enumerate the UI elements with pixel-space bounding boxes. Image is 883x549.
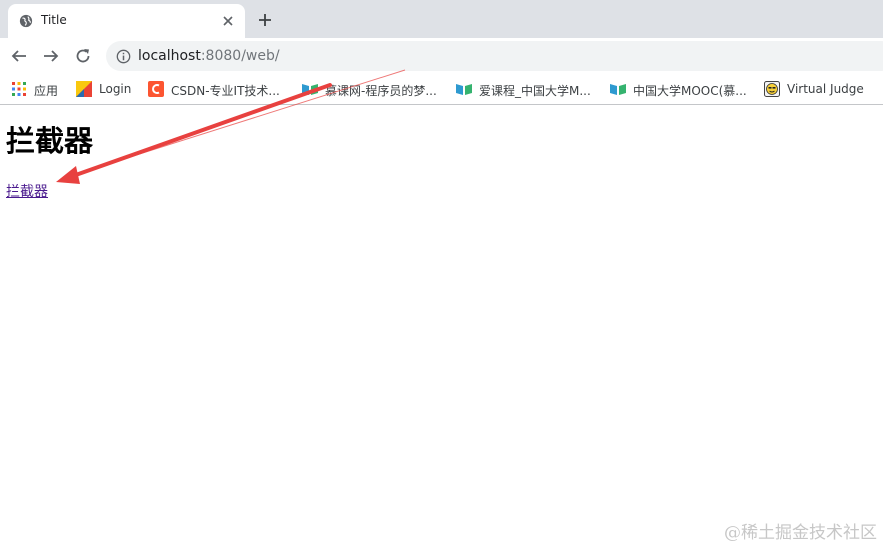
info-icon[interactable] xyxy=(116,49,131,64)
new-tab-icon[interactable] xyxy=(257,12,273,28)
close-icon[interactable] xyxy=(221,14,235,28)
book-favicon xyxy=(610,84,626,95)
page-content: 拦截器 拦截器 xyxy=(6,118,94,200)
csdn-favicon xyxy=(148,81,164,97)
bookmark-label: 中国大学MOOC(慕... xyxy=(633,84,747,98)
back-arrow-icon[interactable] xyxy=(10,47,28,65)
watermark: @稀土掘金技术社区 xyxy=(724,523,877,543)
reload-icon[interactable] xyxy=(74,47,92,65)
bookmark-label: 慕课网-程序员的梦... xyxy=(325,84,437,98)
bookmark-label: CSDN-专业IT技术... xyxy=(171,84,280,98)
url-host: localhost xyxy=(138,48,201,64)
browser-tab[interactable]: Title xyxy=(8,4,245,38)
globe-icon xyxy=(19,14,33,28)
bookmark-label: 应用 xyxy=(34,84,59,98)
page-heading: 拦截器 xyxy=(6,124,94,158)
url-text[interactable]: localhost:8080/web/ xyxy=(138,48,280,64)
bookmark-label: Login xyxy=(99,82,132,96)
bookmark-label: 爱课程_中国大学M... xyxy=(479,84,591,98)
login-favicon xyxy=(76,81,92,97)
interceptor-link[interactable]: 拦截器 xyxy=(6,181,48,201)
book-favicon xyxy=(302,84,318,95)
address-bar[interactable]: localhost:8080/web/ xyxy=(106,41,883,71)
tab-strip: Title xyxy=(0,0,883,38)
tab-title: Title xyxy=(41,13,67,27)
bookmark-label: Virtual Judge xyxy=(787,82,864,96)
virtual-judge-favicon xyxy=(764,81,780,97)
bookmarks-bar: 应用 Login CSDN-专业IT技术... 慕课网-程序员的梦... 爱课程… xyxy=(0,74,883,105)
apps-grid-icon xyxy=(12,82,26,96)
url-path: :8080/web/ xyxy=(200,48,280,64)
browser-toolbar: localhost:8080/web/ xyxy=(0,38,883,74)
forward-arrow-icon[interactable] xyxy=(42,47,60,65)
book-favicon xyxy=(456,84,472,95)
